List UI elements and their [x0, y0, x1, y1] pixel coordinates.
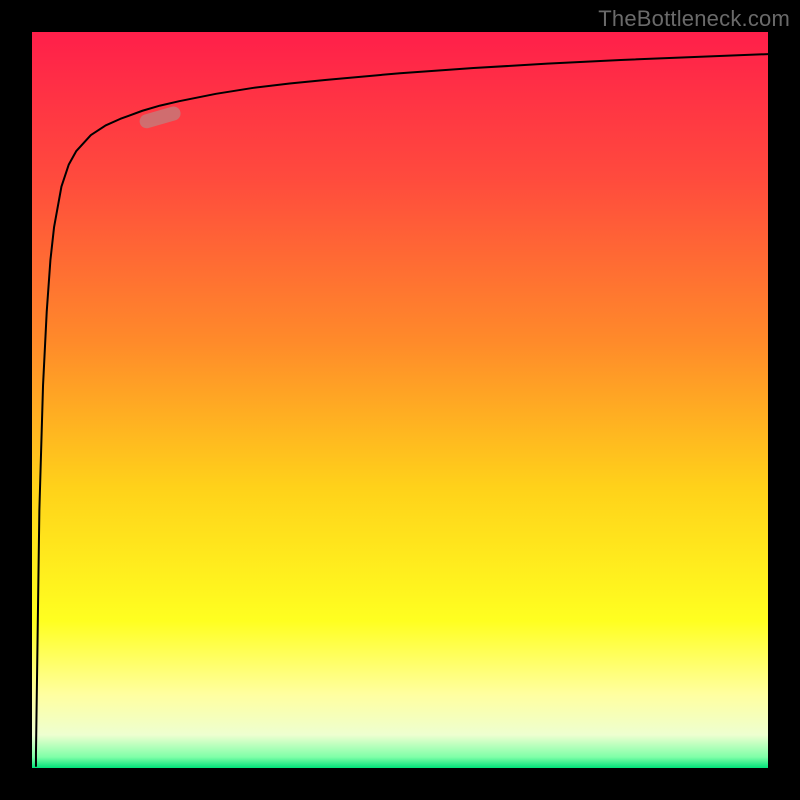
watermark-text: TheBottleneck.com — [598, 6, 790, 32]
curve-layer — [32, 32, 768, 768]
chart-stage: TheBottleneck.com — [0, 0, 800, 800]
plot-area — [32, 32, 768, 768]
bottleneck-curve — [36, 54, 768, 766]
curve-marker — [138, 105, 182, 130]
